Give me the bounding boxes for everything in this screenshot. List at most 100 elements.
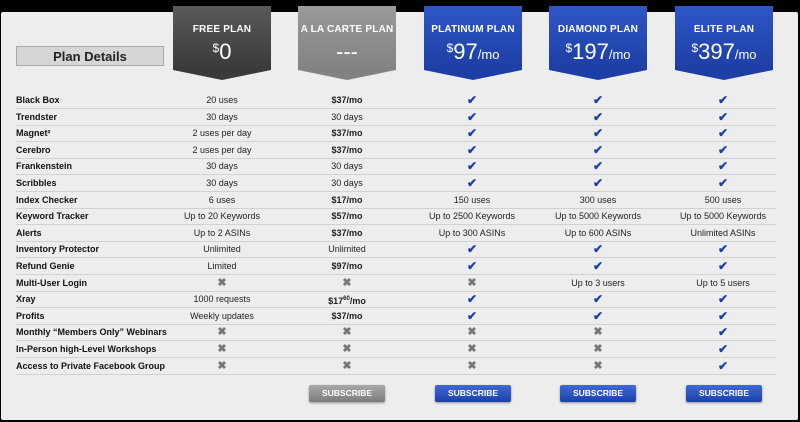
plan-price: $197/mo [565,39,631,64]
check-icon: ✔ [717,358,729,373]
feature-row: Black Box 20 uses $37/mo ✔ ✔ ✔ [16,92,776,109]
plan-name: FREE PLAN [192,24,252,35]
feature-row: In-Person high-Level Workshops ✖ ✖ ✖ ✖ ✔ [16,341,776,358]
feature-cell: ✖ [412,275,532,292]
check-icon: ✔ [717,242,729,257]
check-icon: ✔ [466,109,478,124]
feature-row: Profits Weekly updates $37/mo ✔ ✔ ✔ [16,308,776,325]
feature-row: Scribbles 30 days 30 days ✔ ✔ ✔ [16,175,776,192]
row-divider [16,373,776,375]
feature-cell: $37/mo [331,227,363,238]
feature-label: Cerebro [16,144,51,155]
check-icon: ✔ [592,308,604,323]
feature-cell: 1000 requests [193,294,251,305]
feature-cell: 30 days [331,178,363,188]
feature-cell: ✖ [538,341,658,358]
check-icon: ✔ [466,259,478,273]
feature-row: Monthly “Members Only” Webinars ✖ ✖ ✖ ✖ ✔ [16,324,776,342]
feature-label: Multi-User Login [16,277,87,288]
feature-row: Multi-User Login ✖ ✖ ✖ Up to 3 users Up to 5 … [16,275,776,292]
plan-details-title: Plan Details [16,46,164,66]
check-icon: ✔ [592,142,604,157]
plan-price: $397/mo [691,39,757,64]
feature-cell: 2 uses per day [192,128,252,139]
feature-cell: ✖ [287,341,407,358]
feature-label: Access to Private Facebook Group [16,360,166,371]
feature-row: Alerts Up to 2 ASINs $37/mo Up to 300 ASINs… [16,225,776,242]
feature-cell: 20 uses [206,95,238,105]
plan-header-elite: ELITE PLAN $397/mo [675,6,773,80]
feature-label: Magnet² [16,128,51,139]
plan-price: --- [336,39,358,64]
x-icon: ✖ [467,359,477,372]
x-icon: ✖ [217,359,227,372]
plan-name: DIAMOND PLAN [557,24,639,35]
check-icon: ✔ [592,242,604,257]
feature-cell: Up to 600 ASINs [564,227,632,238]
x-icon: ✖ [217,326,227,339]
x-icon: ✖ [467,276,477,289]
check-icon: ✔ [466,159,478,174]
plan-price: $97/mo [446,39,500,64]
feature-cell: $37/mo [331,144,363,155]
feature-cell: 150 uses [453,194,491,205]
feature-row: Xray 1000 requests $1760/mo ✔ ✔ ✔ [16,291,776,309]
subscribe-button-a-la-carte[interactable]: SUBSCRIBE [309,385,385,402]
feature-row: Cerebro 2 uses per day $37/mo ✔ ✔ ✔ [16,142,776,159]
x-icon: ✖ [342,276,352,289]
feature-label: In-Person high-Level Workshops [16,344,157,354]
check-icon: ✔ [717,342,729,356]
feature-cell: Up to 5 users [696,277,750,288]
feature-cell: $57/mo [331,211,363,222]
plan-header-platinum: PLATINUM PLAN $97/mo [424,6,522,80]
plan-header-a-la-carte: A LA CARTE PLAN --- [298,6,396,80]
feature-cell: Up to 5000 Keywords [679,211,767,222]
feature-label: Keyword Tracker [16,211,89,222]
plan-price: $0 [212,39,232,64]
feature-cell: Unlimited [203,244,241,255]
feature-row: Frankenstein 30 days 30 days ✔ ✔ ✔ [16,158,776,176]
check-icon: ✔ [592,292,604,307]
check-icon: ✔ [717,159,729,174]
check-icon: ✔ [592,126,604,141]
feature-label: Scribbles [16,178,57,188]
feature-label: Index Checker [16,194,78,205]
check-icon: ✔ [592,93,604,107]
plan-name: PLATINUM PLAN [431,24,515,35]
check-icon: ✔ [717,259,729,273]
feature-cell: 30 days [206,178,238,188]
feature-cell: ✖ [538,324,658,341]
feature-row: Keyword Tracker Up to 20 Keywords $57/mo Up… [16,208,776,226]
subscribe-button-platinum[interactable]: SUBSCRIBE [435,385,511,402]
feature-cell: ✖ [287,358,407,375]
feature-cell: Up to 3 users [571,277,625,288]
feature-cell: ✖ [412,324,532,341]
feature-cell: 30 days [331,161,363,172]
x-icon: ✖ [593,343,603,355]
feature-cell: 500 uses [704,194,742,205]
x-icon: ✖ [342,326,352,339]
check-icon: ✔ [592,259,604,273]
subscribe-button-diamond[interactable]: SUBSCRIBE [560,385,636,402]
feature-cell: ✖ [538,358,658,375]
x-icon: ✖ [467,326,477,339]
feature-cell: ✖ [162,324,282,341]
feature-cell: ✖ [412,341,532,358]
feature-label: Trendster [16,111,58,122]
feature-cell: 30 days [206,111,238,122]
feature-label: Inventory Protector [16,244,100,255]
check-icon: ✔ [717,292,729,307]
feature-cell: ✖ [162,341,282,358]
feature-label: Profits [16,310,45,321]
check-icon: ✔ [466,142,478,157]
subscribe-button-elite[interactable]: SUBSCRIBE [686,385,762,402]
feature-cell: ✖ [287,275,407,292]
feature-label: Black Box [16,95,60,105]
feature-cell: $17/mo [331,194,363,205]
x-icon: ✖ [593,359,603,372]
feature-cell: ✖ [162,358,282,375]
feature-cell: 2 uses per day [192,144,252,155]
feature-row: Refund Genie Limited $97/mo ✔ ✔ ✔ [16,258,776,275]
check-icon: ✔ [717,109,729,124]
feature-label: Alerts [16,227,42,238]
